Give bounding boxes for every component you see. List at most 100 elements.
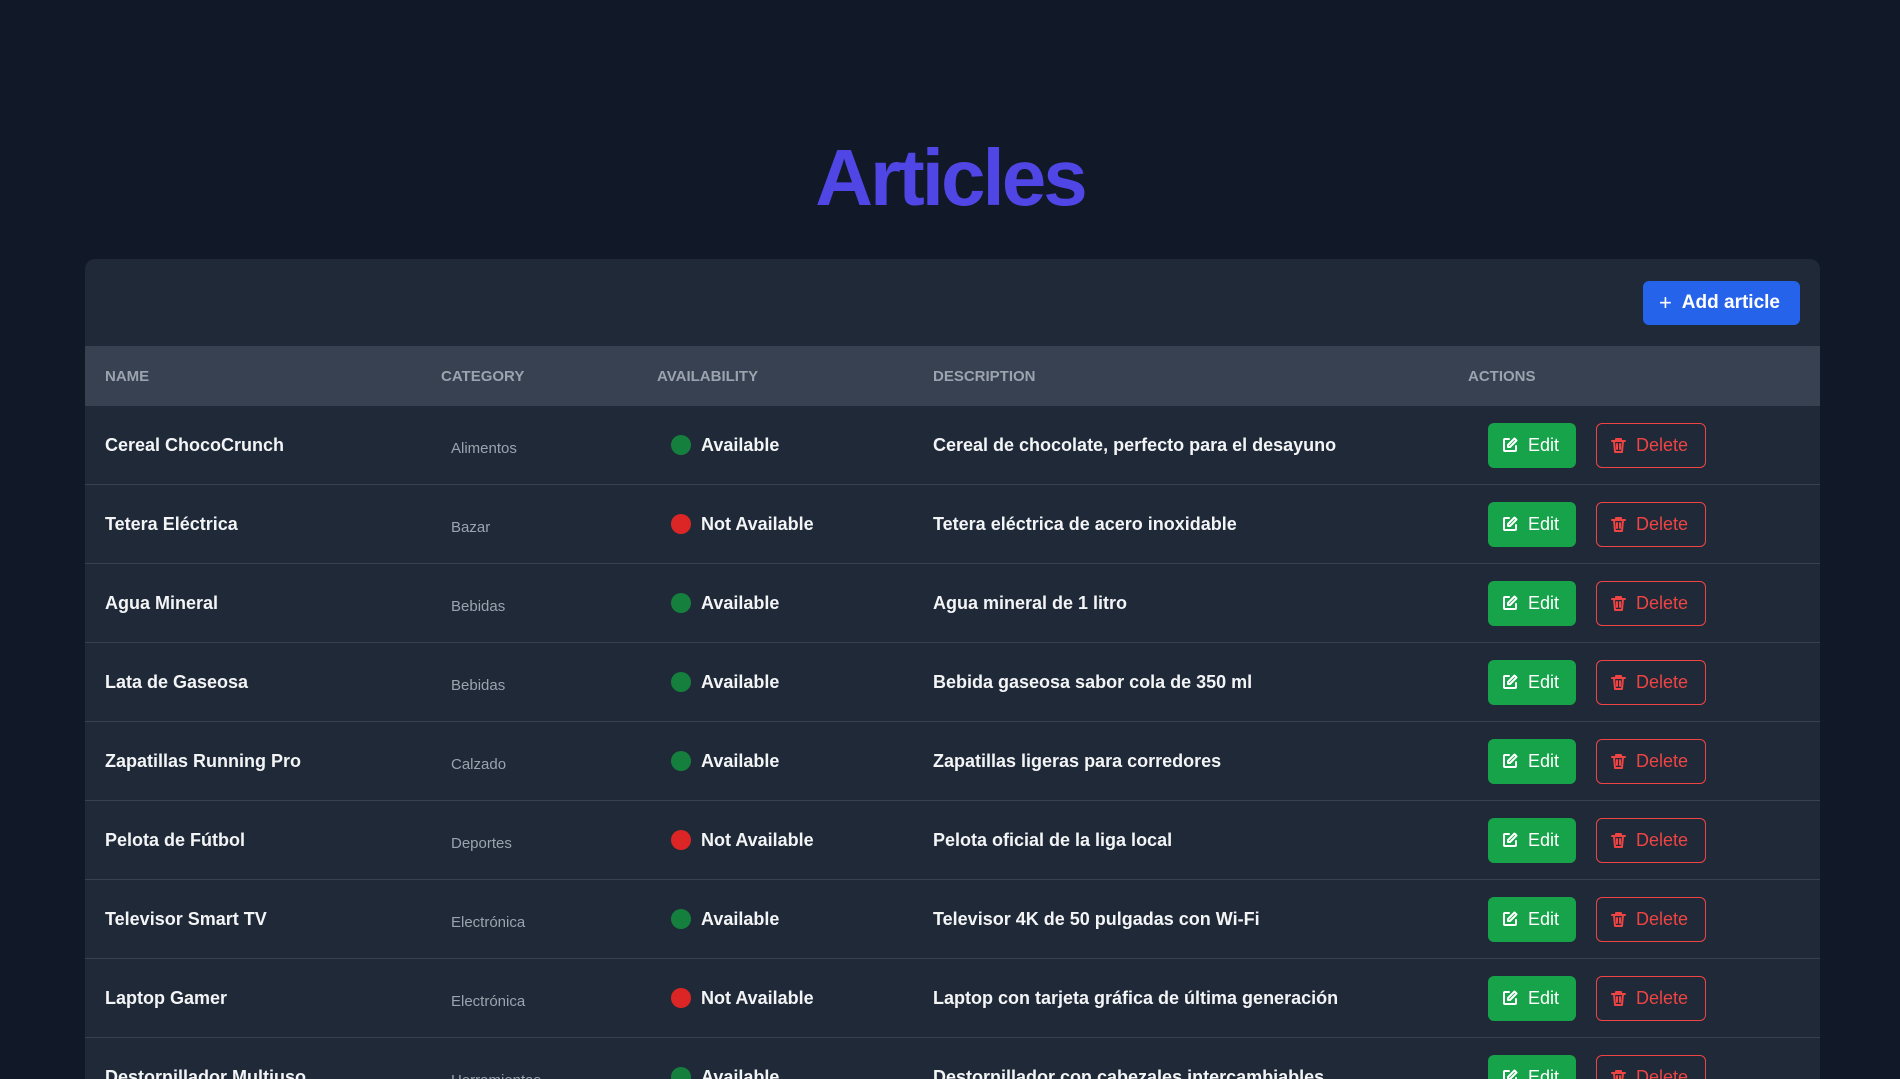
status-dot-icon xyxy=(671,830,691,850)
article-category: Electrónica xyxy=(451,993,526,1010)
article-description: Agua mineral de 1 litro xyxy=(933,592,1128,613)
article-description: Bebida gaseosa sabor cola de 350 ml xyxy=(933,671,1253,692)
article-name: Televisor Smart TV xyxy=(105,908,267,929)
delete-label: Delete xyxy=(1636,750,1689,771)
table-header: NAME CATEGORY AVAILABILITY DESCRIPTION A… xyxy=(85,346,1820,406)
delete-button[interactable]: Delete xyxy=(1596,896,1706,942)
edit-button[interactable]: Edit xyxy=(1488,896,1576,942)
edit-label: Edit xyxy=(1528,1066,1560,1079)
trash-icon xyxy=(1611,595,1626,611)
edit-button[interactable]: Edit xyxy=(1488,817,1576,863)
edit-icon xyxy=(1502,437,1518,453)
article-category: Herramientas xyxy=(451,1072,541,1079)
article-availability: Available xyxy=(671,1067,779,1079)
trash-icon xyxy=(1611,1069,1626,1079)
edit-button[interactable]: Edit xyxy=(1488,1054,1576,1079)
delete-button[interactable]: Delete xyxy=(1596,975,1706,1021)
edit-label: Edit xyxy=(1528,908,1560,929)
article-name: Pelota de Fútbol xyxy=(105,829,246,850)
status-dot-icon xyxy=(671,435,691,455)
status-dot-icon xyxy=(671,988,691,1008)
edit-label: Edit xyxy=(1528,987,1560,1008)
availability-label: Not Available xyxy=(701,829,814,850)
article-description: Destornillador con cabezales intercambia… xyxy=(933,1066,1325,1079)
page-title: Articles xyxy=(815,133,1087,222)
article-name: Agua Mineral xyxy=(105,592,219,613)
header-name: NAME xyxy=(105,367,150,385)
edit-label: Edit xyxy=(1528,671,1560,692)
edit-label: Edit xyxy=(1528,829,1560,850)
article-availability: Not Available xyxy=(671,988,814,1009)
table-row: Pelota de Fútbol Deportes Not Available … xyxy=(85,801,1820,880)
row-actions: Edit Delete xyxy=(1488,659,1706,705)
edit-label: Edit xyxy=(1528,592,1560,613)
delete-label: Delete xyxy=(1636,1066,1689,1079)
edit-button[interactable]: Edit xyxy=(1488,659,1576,705)
delete-button[interactable]: Delete xyxy=(1596,422,1706,468)
availability-label: Available xyxy=(701,592,780,613)
delete-button[interactable]: Delete xyxy=(1596,817,1706,863)
article-availability: Available xyxy=(671,593,779,614)
table-row: Agua Mineral Bebidas Available Agua mine… xyxy=(85,564,1820,643)
article-name: Lata de Gaseosa xyxy=(105,671,249,692)
trash-icon xyxy=(1611,832,1626,848)
toolbar: + Add article xyxy=(85,259,1820,346)
trash-icon xyxy=(1611,911,1626,927)
edit-button[interactable]: Edit xyxy=(1488,738,1576,784)
delete-button[interactable]: Delete xyxy=(1596,738,1706,784)
article-availability: Available xyxy=(671,751,779,772)
article-availability: Available xyxy=(671,909,779,930)
availability-label: Not Available xyxy=(701,987,814,1008)
edit-button[interactable]: Edit xyxy=(1488,975,1576,1021)
trash-icon xyxy=(1611,753,1626,769)
article-availability: Not Available xyxy=(671,514,814,535)
row-actions: Edit Delete xyxy=(1488,738,1706,784)
row-actions: Edit Delete xyxy=(1488,422,1706,468)
article-name: Zapatillas Running Pro xyxy=(105,750,302,771)
table-row: Tetera Eléctrica Bazar Not Available Tet… xyxy=(85,485,1820,564)
edit-icon xyxy=(1502,990,1518,1006)
availability-label: Not Available xyxy=(701,513,814,534)
delete-label: Delete xyxy=(1636,908,1689,929)
status-dot-icon xyxy=(671,593,691,613)
row-actions: Edit Delete xyxy=(1488,1054,1706,1079)
header-description: DESCRIPTION xyxy=(933,367,1036,385)
header-category: CATEGORY xyxy=(441,367,525,385)
add-article-button[interactable]: + Add article xyxy=(1642,281,1800,325)
article-availability: Available xyxy=(671,672,779,693)
edit-icon xyxy=(1502,1069,1518,1079)
article-description: Cereal de chocolate, perfecto para el de… xyxy=(933,434,1337,455)
delete-label: Delete xyxy=(1636,829,1689,850)
trash-icon xyxy=(1611,990,1626,1006)
edit-icon xyxy=(1502,753,1518,769)
delete-label: Delete xyxy=(1636,513,1689,534)
row-actions: Edit Delete xyxy=(1488,975,1706,1021)
header-availability: AVAILABILITY xyxy=(657,367,759,385)
edit-icon xyxy=(1502,832,1518,848)
status-dot-icon xyxy=(671,514,691,534)
edit-button[interactable]: Edit xyxy=(1488,580,1576,626)
delete-button[interactable]: Delete xyxy=(1596,659,1706,705)
delete-button[interactable]: Delete xyxy=(1596,580,1706,626)
article-category: Alimentos xyxy=(451,440,517,457)
status-dot-icon xyxy=(671,672,691,692)
edit-icon xyxy=(1502,911,1518,927)
edit-button[interactable]: Edit xyxy=(1488,422,1576,468)
delete-button[interactable]: Delete xyxy=(1596,1054,1706,1079)
table-row: Laptop Gamer Electrónica Not Available L… xyxy=(85,959,1820,1038)
article-name: Cereal ChocoCrunch xyxy=(105,434,285,455)
edit-button[interactable]: Edit xyxy=(1488,501,1576,547)
plus-icon: + xyxy=(1658,290,1672,315)
availability-label: Available xyxy=(701,908,780,929)
edit-label: Edit xyxy=(1528,513,1560,534)
delete-label: Delete xyxy=(1636,434,1689,455)
status-dot-icon xyxy=(671,909,691,929)
article-category: Bazar xyxy=(451,519,491,536)
delete-button[interactable]: Delete xyxy=(1596,501,1706,547)
availability-label: Available xyxy=(701,434,780,455)
table-row: Destornillador Multiuso Herramientas Ava… xyxy=(85,1038,1820,1079)
article-category: Bebidas xyxy=(451,598,506,615)
row-actions: Edit Delete xyxy=(1488,896,1706,942)
delete-label: Delete xyxy=(1636,671,1689,692)
article-name: Tetera Eléctrica xyxy=(105,513,238,534)
